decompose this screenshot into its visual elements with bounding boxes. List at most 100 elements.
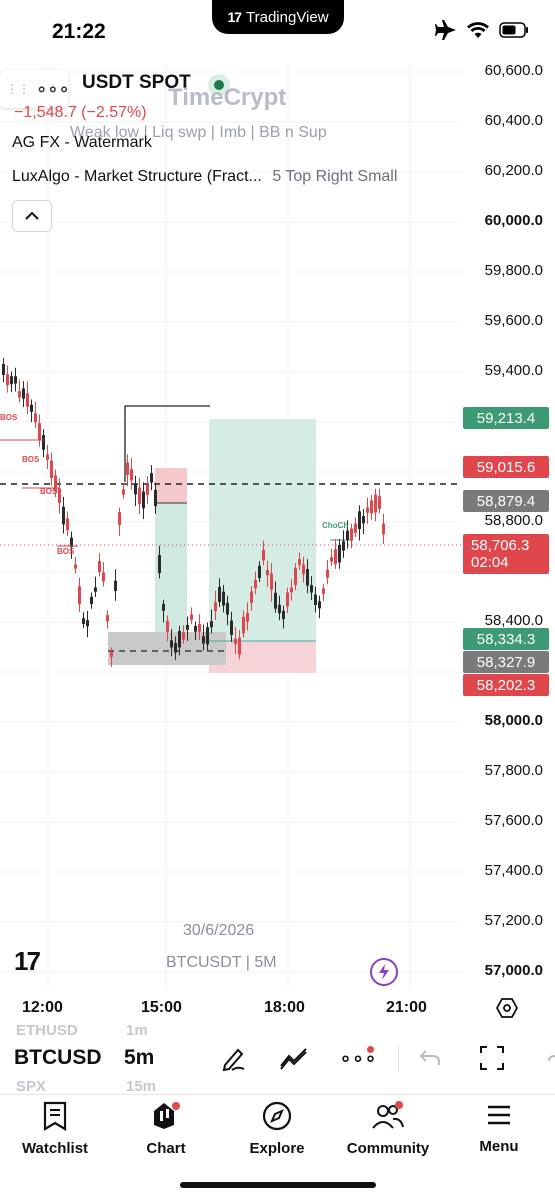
price-chart[interactable]: BOSBOSBOSBOSChoCh <box>0 64 555 990</box>
candle-body <box>258 565 261 579</box>
legend-drag-handle[interactable]: ⋮⋮ ∘∘∘ <box>0 70 70 108</box>
price-tick: 58,400.0 <box>484 612 543 629</box>
candle-body <box>78 586 81 605</box>
candle-body <box>74 564 77 569</box>
candle-body <box>238 637 241 655</box>
price-tick: 57,600.0 <box>484 812 543 829</box>
candle-body <box>182 631 185 640</box>
level-price-tag[interactable]: 58,879.4 <box>463 490 549 512</box>
candle-body <box>46 454 49 460</box>
candle-body <box>306 569 309 586</box>
price-tick: 57,000.0 <box>484 962 543 979</box>
candle-body <box>278 604 281 614</box>
candle-body <box>146 484 149 495</box>
candle-body <box>186 624 189 630</box>
bar-countdown: 02:04 <box>471 554 509 571</box>
chart-settings-button[interactable] <box>495 997 519 1024</box>
nav-community[interactable]: Community <box>333 1101 443 1157</box>
drawing-tool-button[interactable] <box>216 1040 252 1076</box>
candle-body <box>110 651 113 657</box>
price-tick: 59,800.0 <box>484 262 543 279</box>
price-tick: 60,200.0 <box>484 162 543 179</box>
price-tick: 60,400.0 <box>484 112 543 129</box>
collapse-legend-button[interactable] <box>12 200 52 232</box>
candle-body <box>218 586 221 602</box>
candle-body <box>294 567 297 586</box>
symbol-selector[interactable]: BTCUSD <box>14 1046 102 1070</box>
status-bar: 21:22 17 TradingView <box>0 0 555 64</box>
more-options-icon[interactable]: ∘∘∘ <box>36 79 70 100</box>
ghost-symbol-above: ETHUSD <box>16 1022 78 1039</box>
last-price-tag[interactable]: 58,706.3 02:04 <box>463 534 549 574</box>
redo-button[interactable] <box>536 1040 555 1076</box>
indicator-market-structure[interactable]: LuxAlgo - Market Structure (Fract... 5 T… <box>12 168 397 186</box>
nav-chart[interactable]: Chart <box>111 1101 221 1157</box>
level-price-tag[interactable]: 58,327.9 <box>463 651 549 673</box>
candle-body <box>50 460 53 479</box>
candle-body <box>250 591 253 603</box>
candle-body <box>30 404 33 412</box>
candle-body <box>166 620 169 632</box>
candle-body <box>206 627 209 645</box>
candle-body <box>230 620 233 635</box>
nav-watchlist[interactable]: Watchlist <box>0 1101 110 1157</box>
candle-body <box>202 636 205 644</box>
alert-lightning-button[interactable] <box>370 958 398 986</box>
nav-explore[interactable]: Explore <box>222 1101 332 1157</box>
candle-body <box>174 643 177 653</box>
nav-menu[interactable]: Menu <box>444 1101 554 1155</box>
candle-body <box>26 393 29 407</box>
more-tools-button[interactable]: ∘∘∘ <box>339 1040 377 1076</box>
hamburger-menu-icon <box>488 1105 510 1125</box>
candle-body <box>358 511 361 529</box>
tradingview-pill-label: TradingView <box>246 8 329 26</box>
chart-area[interactable]: BOS BOS BOS BOS ChoCh <box>0 64 555 990</box>
candle-body <box>262 549 265 561</box>
price-tick: 60,600.0 <box>484 62 543 79</box>
indicator-watermark[interactable]: AG FX - Watermark <box>12 134 152 152</box>
stop-loss-price-tag[interactable]: 58,202.3 <box>463 674 549 696</box>
home-indicator <box>180 1182 376 1188</box>
undo-button[interactable] <box>412 1040 448 1076</box>
interval-selector[interactable]: 5m <box>124 1046 154 1070</box>
profit-zone <box>209 419 316 641</box>
community-icon <box>372 1101 404 1129</box>
indicators-button[interactable] <box>276 1040 312 1076</box>
candle-body <box>334 549 337 565</box>
candle-body <box>106 615 109 622</box>
candle-body <box>362 515 365 524</box>
bos-label: BOS <box>22 455 40 464</box>
candle-body <box>254 580 257 589</box>
candle-body <box>130 469 133 481</box>
candle-body <box>222 591 225 606</box>
tradingview-pill[interactable]: 17 TradingView <box>212 0 344 34</box>
entry-price-tag[interactable]: 58,334.3 <box>463 628 549 650</box>
nav-explore-label: Explore <box>249 1140 305 1157</box>
candle-body <box>246 612 249 622</box>
time-tick: 18:00 <box>264 999 305 1016</box>
candle-body <box>22 388 25 399</box>
candle-body <box>122 489 125 495</box>
candle-body <box>226 602 229 615</box>
candle-body <box>282 610 285 620</box>
price-tick: 59,400.0 <box>484 362 543 379</box>
candle-body <box>370 500 373 514</box>
compass-icon <box>262 1101 292 1131</box>
lightning-icon <box>379 964 389 980</box>
candle-body <box>150 473 153 483</box>
level-price-tag[interactable]: 59,015.6 <box>463 456 549 478</box>
take-profit-price-tag[interactable]: 59,213.4 <box>463 407 549 429</box>
chart-nav-icon <box>154 1102 180 1129</box>
last-price-value: 58,706.3 <box>471 537 530 554</box>
candle-body <box>242 616 245 634</box>
price-tick: 57,200.0 <box>484 912 543 929</box>
candle-body <box>366 507 369 513</box>
candle-body <box>94 587 97 592</box>
candle-body <box>342 541 345 551</box>
candle-body <box>214 602 217 612</box>
fullscreen-button[interactable] <box>474 1040 510 1076</box>
tradingview-logo-icon: 17 <box>227 9 242 25</box>
toolbar-divider <box>398 1046 399 1072</box>
candle-body <box>270 573 273 590</box>
chart-watermark-date: 30/6/2026 <box>183 922 255 939</box>
